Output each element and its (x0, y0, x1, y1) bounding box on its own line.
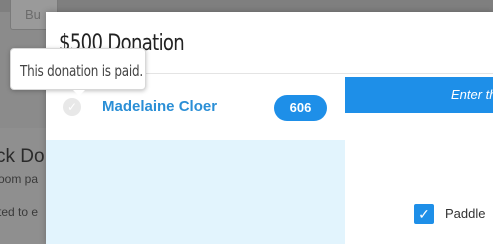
paid-tooltip: This donation is paid. (10, 48, 146, 96)
entry-pane: Enter th ✓ Paddle (345, 74, 493, 244)
tooltip-arrow (73, 90, 85, 96)
donor-list-pane: ✓ Madelaine Cloer 606 (46, 74, 345, 244)
tooltip-text: This donation is paid. (20, 62, 143, 80)
background-heading: ck Do (0, 146, 45, 167)
enter-amount-bar[interactable]: Enter th (345, 77, 493, 113)
paid-check-icon: ✓ (63, 98, 81, 116)
donor-list-area (46, 140, 345, 244)
donor-name[interactable]: Madelaine Cloer (102, 98, 217, 115)
background-text-line: ted to e (0, 205, 39, 219)
paddle-checkbox-label: Paddle (445, 206, 486, 221)
donation-modal: $500 Donation ✓ Madelaine Cloer 606 Ente… (46, 12, 493, 244)
paddle-checkbox[interactable]: ✓ (414, 204, 434, 224)
background-topbar (0, 0, 493, 12)
background-text-line: oom pa (0, 172, 39, 186)
paddle-number-badge: 606 (274, 95, 327, 121)
